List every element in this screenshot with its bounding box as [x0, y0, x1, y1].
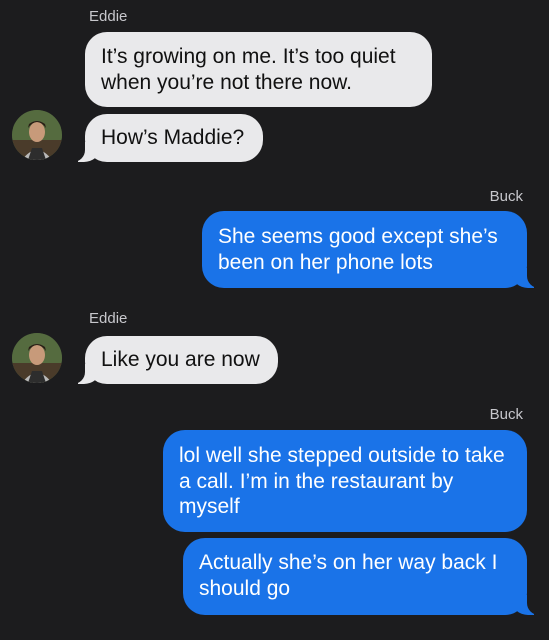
sender-name-eddie: Eddie [89, 310, 128, 327]
message-bubble-outgoing[interactable]: lol well she stepped outside to take a c… [163, 430, 527, 532]
message-text: She seems good except she’s been on her … [218, 225, 498, 274]
message-bubble-incoming[interactable]: Like you are now [65, 336, 278, 384]
message-bubble-outgoing[interactable]: Actually she’s on her way back I should … [183, 538, 547, 615]
sender-name-eddie: Eddie [89, 8, 128, 25]
avatar-image [12, 333, 62, 383]
message-text: Like you are now [101, 348, 260, 371]
avatar-eddie[interactable] [12, 110, 62, 160]
message-text: It’s growing on me. It’s too quiet when … [101, 45, 396, 94]
message-text: How’s Maddie? [101, 126, 245, 149]
sender-name-buck: Buck [489, 406, 523, 423]
message-text: Actually she’s on her way back I should … [199, 551, 498, 600]
avatar-eddie[interactable] [12, 333, 62, 383]
message-bubble-outgoing[interactable]: She seems good except she’s been on her … [202, 211, 547, 288]
avatar-image [12, 110, 62, 160]
sender-name-buck: Buck [489, 188, 523, 205]
message-bubble-incoming[interactable]: How’s Maddie? [65, 114, 263, 162]
message-text: lol well she stepped outside to take a c… [179, 444, 505, 518]
message-bubble-incoming[interactable]: It’s growing on me. It’s too quiet when … [85, 32, 432, 107]
